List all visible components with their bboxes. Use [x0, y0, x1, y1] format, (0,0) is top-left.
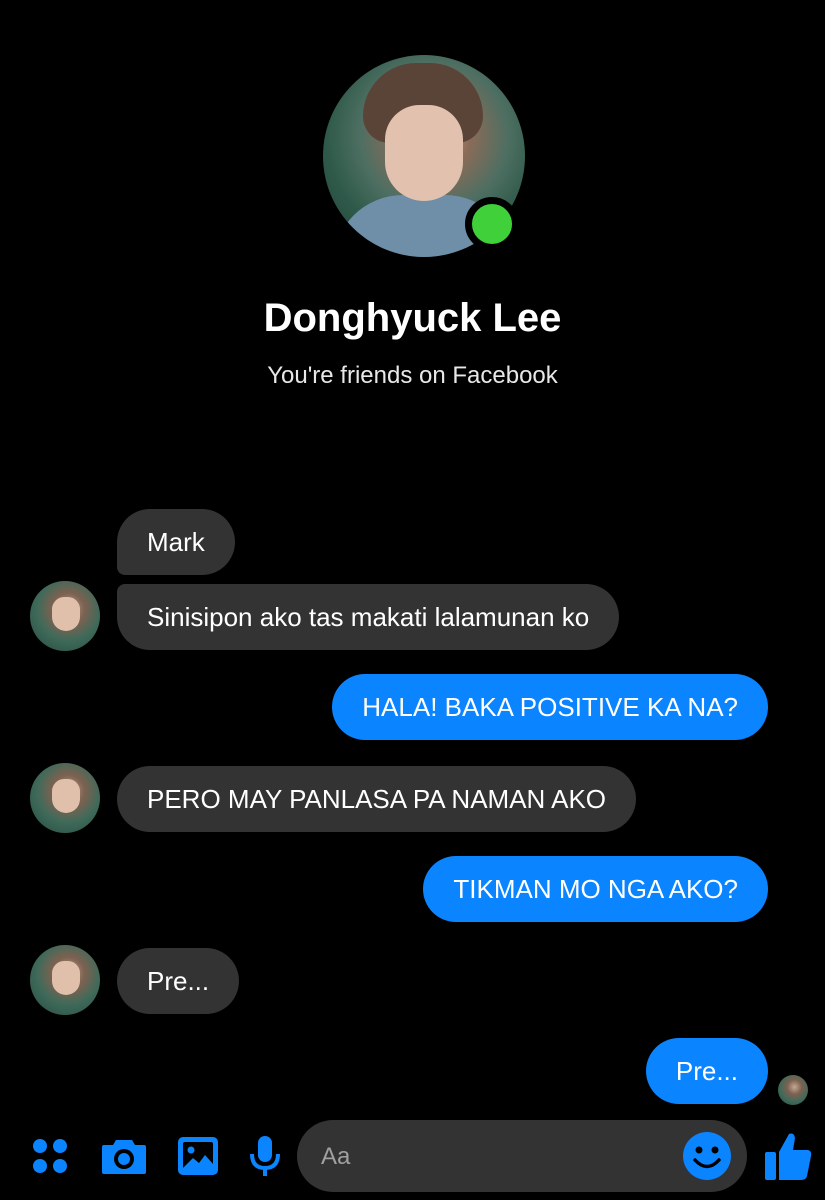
- message-bubble-incoming[interactable]: Mark: [117, 509, 235, 575]
- emoji-icon[interactable]: [682, 1131, 732, 1181]
- message-input[interactable]: [319, 1120, 673, 1194]
- message-bubble-outgoing[interactable]: TIKMAN MO NGA AKO?: [423, 856, 768, 922]
- sender-avatar[interactable]: [30, 945, 100, 1015]
- profile-header: Donghyuck Lee You're friends on Facebook: [0, 0, 825, 440]
- message-bubble-outgoing[interactable]: HALA! BAKA POSITIVE KA NA?: [332, 674, 768, 740]
- apps-icon[interactable]: [28, 1134, 72, 1178]
- message-bubble-outgoing[interactable]: Pre...: [645, 1038, 768, 1104]
- message-bubble-incoming[interactable]: Pre...: [117, 948, 240, 1014]
- message-composer: [297, 1120, 747, 1194]
- online-status-indicator: [465, 197, 519, 251]
- seen-receipt-avatar: [778, 1075, 808, 1105]
- thumbs-up-icon[interactable]: [763, 1130, 813, 1182]
- profile-name[interactable]: Donghyuck Lee: [0, 296, 825, 341]
- message-bubble-incoming[interactable]: Sinisipon ako tas makati lalamunan ko: [117, 584, 620, 650]
- gallery-icon[interactable]: [176, 1134, 220, 1178]
- message-toolbar: [0, 1112, 825, 1200]
- microphone-icon[interactable]: [247, 1134, 283, 1178]
- sender-avatar[interactable]: [30, 763, 100, 833]
- camera-icon[interactable]: [100, 1134, 148, 1178]
- sender-avatar[interactable]: [30, 581, 100, 651]
- profile-subtitle: You're friends on Facebook: [267, 362, 558, 389]
- message-bubble-incoming[interactable]: PERO MAY PANLASA PA NAMAN AKO: [117, 766, 637, 832]
